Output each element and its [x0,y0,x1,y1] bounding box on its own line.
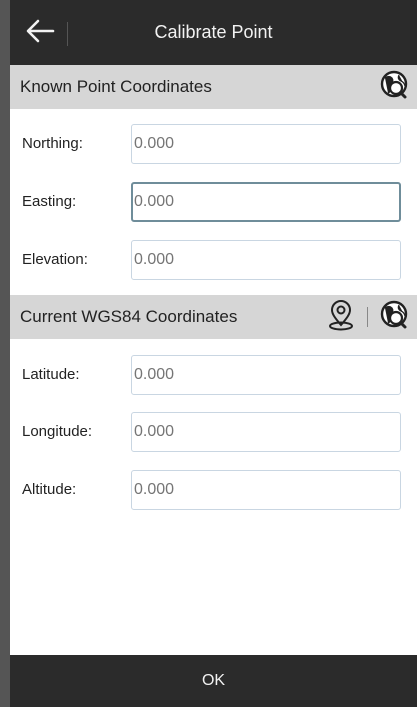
longitude-input[interactable] [131,412,401,452]
title-bar: Calibrate Point [10,0,417,65]
arrow-left-icon [25,18,55,49]
latitude-row: Latitude: [10,350,417,400]
northing-row: Northing: [10,119,417,169]
current-location-button[interactable] [323,299,359,335]
current-wgs84-title: Current WGS84 Coordinates [20,307,238,326]
globe-search-icon [377,298,411,337]
title-divider [67,22,68,46]
known-point-header: Known Point Coordinates [10,65,417,109]
current-wgs84-header: Current WGS84 Coordinates [10,295,417,339]
longitude-label: Longitude: [22,423,93,440]
header-icon-separator [367,307,368,327]
altitude-label: Altitude: [22,481,77,498]
easting-input[interactable] [131,182,401,222]
altitude-input[interactable] [131,470,401,510]
northing-label: Northing: [22,135,83,152]
known-point-title: Known Point Coordinates [20,77,212,96]
latitude-label: Latitude: [22,366,80,383]
known-point-globe-button[interactable] [376,69,412,105]
current-globe-button[interactable] [376,299,412,335]
elevation-input[interactable] [131,240,401,280]
easting-row: Easting: [10,177,417,227]
easting-label: Easting: [22,193,77,210]
elevation-label: Elevation: [22,251,88,268]
back-button[interactable] [18,12,62,54]
location-pin-icon [324,298,358,337]
elevation-row: Elevation: [10,235,417,285]
page-title: Calibrate Point [154,22,273,42]
northing-input[interactable] [131,124,401,164]
calibrate-point-screen: Calibrate Point Known Point Coordinates [10,0,417,707]
latitude-input[interactable] [131,355,401,395]
longitude-row: Longitude: [10,407,417,457]
altitude-row: Altitude: [10,465,417,515]
ok-button[interactable]: OK [10,655,417,707]
globe-search-icon [377,68,411,107]
